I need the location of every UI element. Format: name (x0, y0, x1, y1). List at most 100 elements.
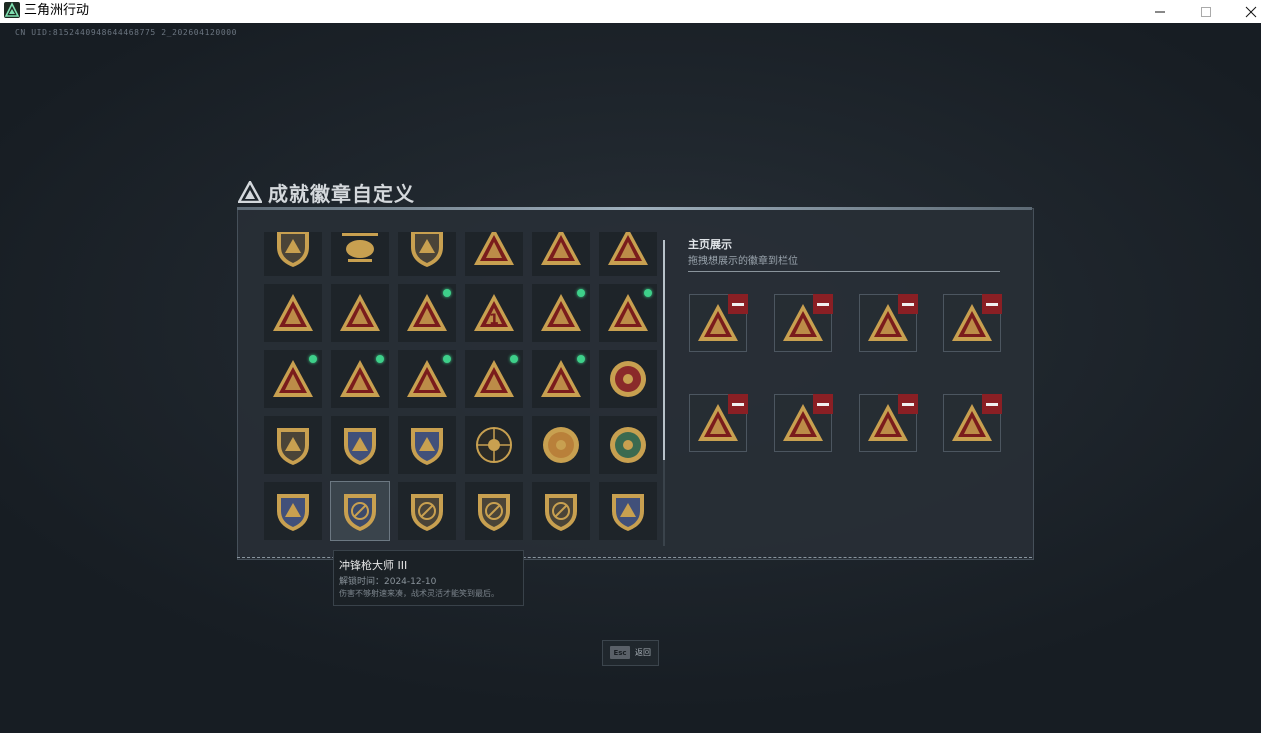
minus-icon (986, 402, 998, 406)
badge-cell[interactable] (599, 284, 657, 342)
badge-cell[interactable] (465, 350, 523, 408)
mask-triangle-icon (340, 360, 380, 397)
page-title: 成就徽章自定义 (268, 181, 415, 206)
helicopter-icon (342, 233, 378, 262)
skull-crosshair-icon (476, 427, 512, 463)
runner-triangle-icon (273, 360, 313, 397)
new-indicator-dot (443, 355, 451, 363)
showcase-slot[interactable] (774, 294, 833, 352)
badge-cell[interactable] (398, 232, 456, 276)
badge-cell[interactable] (599, 232, 657, 276)
number-one-triangle-icon: 1 (474, 294, 514, 331)
crossed-rifles-shield-icon (612, 494, 644, 531)
new-indicator-dot (309, 355, 317, 363)
remove-badge-button[interactable] (898, 294, 918, 314)
close-button[interactable] (1231, 0, 1261, 23)
badge-cell[interactable] (264, 350, 322, 408)
delta-logo-icon (238, 181, 262, 203)
panel-top-border (237, 207, 1032, 210)
new-indicator-dot (644, 289, 652, 297)
badge-cell[interactable] (331, 416, 389, 474)
badge-cell[interactable] (398, 350, 456, 408)
new-indicator-dot (577, 355, 585, 363)
minus-icon (817, 302, 829, 306)
showcase-slot[interactable] (689, 394, 748, 452)
badge-cell[interactable] (398, 284, 456, 342)
showcase-slot[interactable] (859, 394, 918, 452)
minimize-button[interactable] (1140, 0, 1180, 23)
showcase-subtitle: 拖拽想展示的徽章到栏位 (688, 256, 798, 267)
remove-badge-button[interactable] (813, 394, 833, 414)
back-button[interactable]: Esc 返回 (602, 640, 659, 666)
no-symbol-shield-icon (411, 494, 443, 531)
eagle-shield-icon (344, 428, 376, 465)
remove-badge-button[interactable] (813, 294, 833, 314)
showcase-slot[interactable] (943, 394, 1002, 452)
tooltip-description: 伤害不够射速来凑，战术灵活才能笑到最后。 (339, 589, 499, 598)
showcase-slot[interactable] (943, 294, 1002, 352)
badge-cell[interactable] (599, 416, 657, 474)
badge-cell[interactable] (264, 232, 322, 276)
badge-cell[interactable] (331, 284, 389, 342)
new-indicator-dot (510, 355, 518, 363)
remove-badge-button[interactable] (982, 394, 1002, 414)
showcase-slot[interactable] (774, 394, 833, 452)
soldier-triangle-icon (407, 294, 447, 331)
badge-cell[interactable] (465, 416, 523, 474)
new-indicator-dot (376, 355, 384, 363)
tooltip-badge-name: 冲锋枪大师 III (339, 559, 408, 572)
lantern-triangle-icon (541, 232, 581, 265)
smg-circle-shield-icon (344, 494, 376, 531)
new-indicator-dot (443, 289, 451, 297)
badge-cell[interactable] (465, 482, 523, 540)
minus-icon (732, 402, 744, 406)
remove-badge-button[interactable] (898, 394, 918, 414)
crossed-rifles-shield-icon (277, 494, 309, 531)
showcase-divider (688, 271, 1000, 272)
window-title: 三角洲行动 (24, 3, 90, 18)
badge-grid-viewport[interactable]: 1 (264, 232, 660, 548)
missile-shield-icon (411, 232, 443, 267)
canister-triangle-icon (608, 294, 648, 331)
bottle-triangle-icon (541, 294, 581, 331)
badge-cell[interactable] (264, 482, 322, 540)
badge-cell[interactable] (398, 482, 456, 540)
badge-cell[interactable] (465, 232, 523, 276)
badge-cell[interactable] (398, 416, 456, 474)
uid-label: CN UID:8152440948644468775 2_20260412000… (15, 28, 238, 37)
remove-badge-button[interactable] (982, 294, 1002, 314)
eye-triangle-icon (474, 232, 514, 265)
remove-badge-button[interactable] (728, 394, 748, 414)
minus-icon (902, 302, 914, 306)
badge-cell[interactable] (599, 482, 657, 540)
badge-cell[interactable] (330, 481, 390, 541)
badge-cell[interactable] (532, 232, 590, 276)
delta-app-icon (4, 2, 20, 18)
tooltip-unlock-time: 解锁时间：2024-12-10 (339, 577, 437, 587)
face-laurel-icon (543, 427, 579, 463)
badge-cell[interactable] (532, 416, 590, 474)
showcase-slot[interactable] (689, 294, 748, 352)
shield-emblem-icon (277, 232, 309, 267)
remove-badge-button[interactable] (728, 294, 748, 314)
badge-cell[interactable] (331, 232, 389, 276)
badge-cell[interactable] (599, 350, 657, 408)
arrow-shield-icon (277, 428, 309, 465)
star-wreath-icon (610, 361, 646, 397)
showcase-slot[interactable] (859, 294, 918, 352)
badge-cell[interactable] (264, 284, 322, 342)
minus-icon (817, 402, 829, 406)
badge-cell[interactable]: 1 (465, 284, 523, 342)
badge-cell[interactable] (532, 482, 590, 540)
minus-icon (986, 302, 998, 306)
scrollbar-thumb[interactable] (663, 240, 665, 460)
badge-cell[interactable] (264, 416, 322, 474)
panel-header: 成就徽章自定义 (238, 177, 415, 207)
badge-cell[interactable] (532, 284, 590, 342)
badge-cell[interactable] (532, 350, 590, 408)
badge-cell[interactable] (331, 350, 389, 408)
maximize-button[interactable] (1186, 0, 1226, 23)
window-titlebar: 三角洲行动 (0, 0, 1261, 23)
badge-grid-scrollbar[interactable] (663, 240, 665, 546)
rocket-triangle-icon (474, 360, 514, 397)
